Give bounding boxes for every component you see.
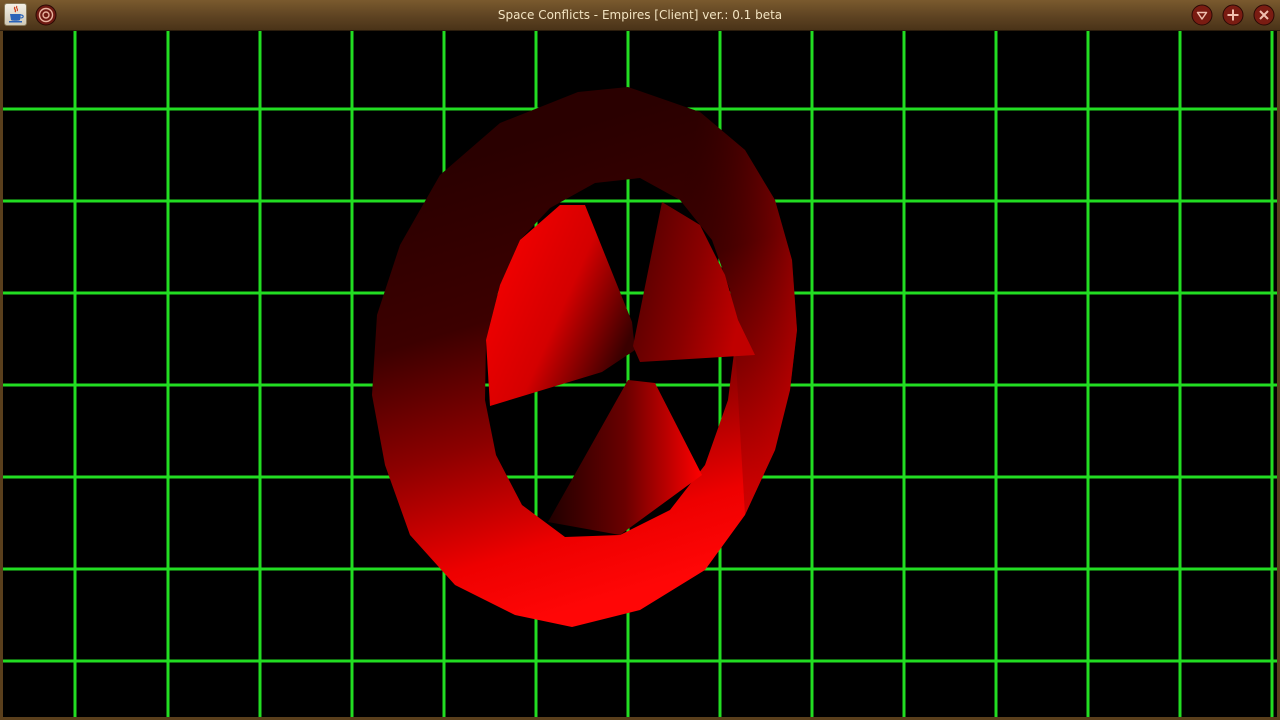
3d-scene-viewport[interactable] — [3, 31, 1277, 717]
close-icon — [1253, 4, 1275, 26]
maximize-icon — [1222, 4, 1244, 26]
minimize-button[interactable] — [1191, 4, 1213, 26]
window-title: Space Conflicts - Empires [Client] ver.:… — [497, 8, 783, 22]
window-menu-icon[interactable] — [35, 4, 57, 26]
close-button[interactable] — [1253, 4, 1275, 26]
maximize-button[interactable] — [1222, 4, 1244, 26]
minimize-icon — [1191, 4, 1213, 26]
app-window: Space Conflicts - Empires [Client] ver.:… — [0, 0, 1280, 720]
title-bar[interactable]: Space Conflicts - Empires [Client] ver.:… — [0, 0, 1280, 31]
java-coffee-cup-icon[interactable] — [4, 3, 27, 26]
